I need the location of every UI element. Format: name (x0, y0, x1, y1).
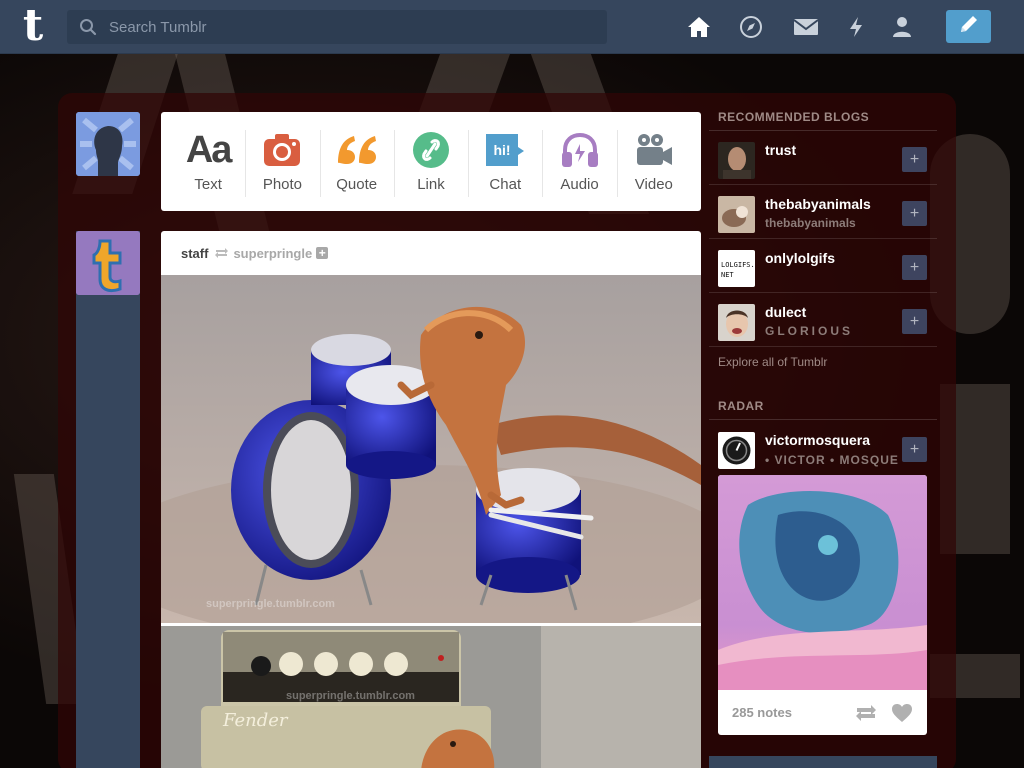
chat-bubble-icon: hi! (484, 130, 526, 170)
blog-subtitle: thebabyanimals (765, 216, 856, 230)
search-icon (67, 10, 109, 44)
post-type-photo-button[interactable]: Photo (245, 112, 319, 211)
blog-name[interactable]: thebabyanimals (765, 196, 871, 212)
blog-avatar[interactable] (718, 304, 755, 341)
radar-heading: RADAR (709, 393, 937, 420)
reblog-arrows-icon (214, 247, 229, 259)
post-type-label: Text (194, 176, 222, 193)
recommended-blogs-heading: RECOMMENDED BLOGS (709, 104, 937, 131)
svg-text:Fender: Fender (222, 710, 289, 731)
camera-icon (263, 130, 301, 170)
radar-blog-name[interactable]: victormosquera (765, 432, 870, 448)
post-type-label: Link (417, 176, 445, 193)
post-type-label: Quote (336, 176, 378, 193)
follow-blog-button[interactable]: + (902, 255, 927, 280)
post-type-label: Video (634, 176, 673, 193)
follow-source-button[interactable]: + (316, 247, 329, 259)
user-avatar[interactable] (76, 112, 140, 176)
blog-avatar[interactable]: LOLGIFS. NET (718, 250, 755, 287)
post-author-avatar[interactable] (76, 231, 140, 295)
post-photo-lizard-drums[interactable]: superpringle.tumblr.com (161, 275, 701, 623)
blog-name[interactable]: onlylolgifs (765, 250, 835, 266)
blog-name[interactable]: dulect (765, 304, 806, 320)
post-avatar-rail (76, 231, 140, 768)
blog-avatar[interactable] (718, 196, 755, 233)
follow-blog-button[interactable]: + (902, 147, 927, 172)
headphones-icon (560, 130, 600, 170)
follow-blog-button[interactable]: + (902, 437, 927, 462)
reblog-source-link[interactable]: superpringle (233, 246, 312, 261)
blog-subtitle: GLORIOUS (765, 324, 854, 338)
home-icon[interactable] (686, 14, 712, 40)
svg-text:LOLGIFS.: LOLGIFS. (721, 261, 755, 269)
recommended-blog-row[interactable]: trust + (709, 131, 937, 185)
top-navigation-bar: t (0, 0, 1024, 54)
post-type-video-button[interactable]: Video (616, 112, 691, 211)
right-sidebar: RECOMMENDED BLOGS trust + thebabyanimals… (709, 104, 937, 389)
post-type-chat-button[interactable]: hi! Chat (468, 112, 542, 211)
svg-text:hi!: hi! (494, 142, 511, 158)
quote-icon (336, 130, 378, 170)
notes-count[interactable]: 285 notes (732, 705, 792, 720)
svg-text:NET: NET (721, 271, 734, 279)
post-header: staff superpringle + (161, 231, 701, 275)
recommended-blog-row[interactable]: thebabyanimals thebabyanimals + (709, 185, 937, 239)
radar-blog-avatar[interactable] (718, 432, 755, 469)
photo-watermark: superpringle.tumblr.com (286, 690, 415, 702)
like-heart-icon[interactable] (891, 703, 913, 723)
follow-blog-button[interactable]: + (902, 309, 927, 334)
tumblr-logo[interactable]: t (18, 4, 48, 48)
pencil-icon (958, 13, 980, 40)
activity-lightning-icon[interactable] (843, 14, 869, 40)
dashboard-post: staff superpringle + superpringle.tumblr… (161, 231, 701, 768)
post-photo-lizard-amp[interactable]: Fender superpringle.tumblr.com (161, 626, 701, 768)
sidebar-bottom-strip (709, 756, 937, 768)
post-type-label: Photo (262, 176, 303, 193)
post-author-link[interactable]: staff (181, 246, 208, 261)
account-person-icon[interactable] (889, 14, 915, 40)
search-input[interactable] (109, 18, 589, 36)
post-type-label: Chat (489, 176, 522, 193)
post-type-audio-button[interactable]: Audio (542, 112, 616, 211)
blog-avatar[interactable] (718, 142, 755, 179)
post-type-label: Audio (560, 176, 599, 193)
radar-post-card: 285 notes (718, 475, 927, 735)
radar-blog-subtitle: • VICTOR • MOSQUE (765, 453, 899, 467)
text-aa-icon: Aa (185, 129, 233, 171)
compose-button[interactable] (946, 10, 991, 43)
follow-blog-button[interactable]: + (902, 201, 927, 226)
video-camera-icon (634, 130, 674, 170)
search-box[interactable] (67, 10, 607, 44)
radar-post-image[interactable] (718, 475, 927, 690)
post-type-text-button[interactable]: Aa Text (171, 112, 245, 211)
blog-name[interactable]: trust (765, 142, 796, 158)
explore-all-link[interactable]: Explore all of Tumblr (709, 347, 937, 389)
post-type-quote-button[interactable]: Quote (319, 112, 394, 211)
reblog-icon[interactable] (855, 704, 877, 722)
recommended-blog-row[interactable]: LOLGIFS. NET onlylolgifs + (709, 239, 937, 293)
radar-post-footer: 285 notes (718, 690, 927, 735)
photo-watermark: superpringle.tumblr.com (206, 598, 335, 610)
recommended-blog-row[interactable]: dulect GLORIOUS + (709, 293, 937, 347)
link-icon (412, 130, 450, 170)
explore-compass-icon[interactable] (738, 14, 764, 40)
post-type-link-button[interactable]: Link (393, 112, 468, 211)
post-type-bar: Aa Text Photo Quote Link hi! Chat Audio (161, 112, 701, 211)
inbox-envelope-icon[interactable] (792, 14, 820, 40)
